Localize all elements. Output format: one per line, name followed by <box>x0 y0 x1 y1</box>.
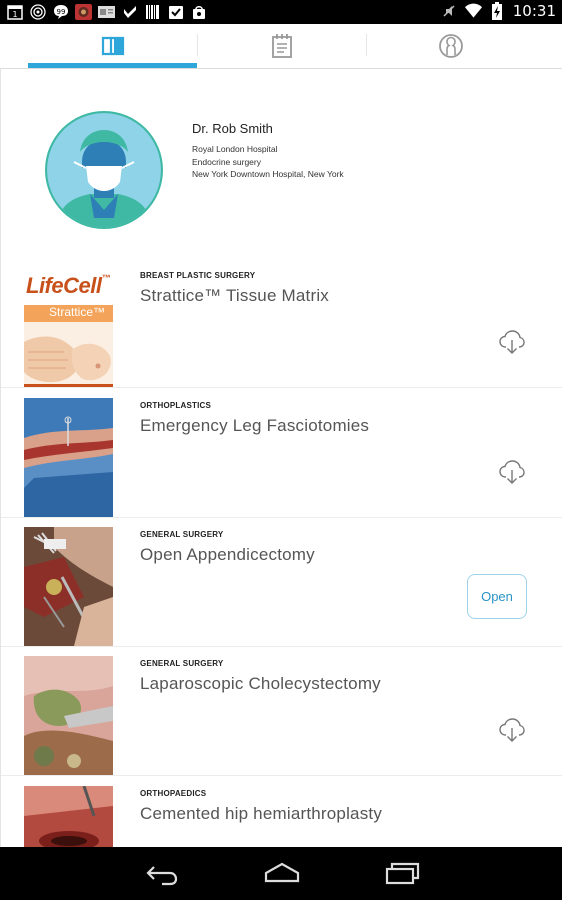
procedure-category: ORTHOPLASTICS <box>140 401 212 410</box>
cloud-download-icon[interactable] <box>498 328 526 356</box>
procedure-card[interactable]: ORTHOPLASTICS Emergency Leg Fasciotomies <box>1 389 562 518</box>
home-icon[interactable] <box>262 859 302 887</box>
barcode-icon <box>144 3 161 20</box>
svg-text:99: 99 <box>56 8 65 16</box>
procedure-category: ORTHOPAEDICS <box>140 789 207 798</box>
battery-charging-icon <box>489 2 506 20</box>
procedure-thumbnail <box>24 786 113 847</box>
task-check-icon <box>167 3 184 20</box>
procedure-card[interactable]: LifeCell™ Strattice™ BREAST PLASTIC SURG… <box>1 259 562 388</box>
mute-icon <box>441 3 458 20</box>
book-icon <box>101 36 124 56</box>
tab-profile[interactable] <box>366 24 535 68</box>
procedure-thumbnail <box>24 656 113 775</box>
tab-notes[interactable] <box>197 24 366 68</box>
calendar-icon: 1 <box>6 3 23 20</box>
procedure-title[interactable]: Cemented hip hemiarthroplasty <box>140 804 382 824</box>
svg-text:1: 1 <box>12 10 17 19</box>
strattice-label-band: Strattice™ <box>24 305 113 322</box>
hospital-line: Royal London Hospital <box>192 144 278 154</box>
app-window: Dr. Rob Smith Royal London Hospital Endo… <box>0 24 562 847</box>
doctor-name: Dr. Rob Smith <box>192 121 273 136</box>
clock: 10:31 <box>512 2 556 20</box>
procedure-category: GENERAL SURGERY <box>140 659 224 668</box>
photo-thumbnail <box>75 3 92 20</box>
procedure-card[interactable]: GENERAL SURGERY Laparoscopic Cholecystec… <box>1 647 562 776</box>
message-icon: 99 <box>52 3 69 20</box>
bag-icon <box>190 3 207 20</box>
recents-icon[interactable] <box>382 859 422 887</box>
specialty-line: Endocrine surgery <box>192 157 261 167</box>
active-tab-indicator <box>28 63 197 68</box>
cloud-download-icon[interactable] <box>498 458 526 486</box>
procedure-card[interactable]: GENERAL SURGERY Open Appendicectomy Open <box>1 518 562 647</box>
procedure-title[interactable]: Open Appendicectomy <box>140 545 315 565</box>
wifi-icon <box>464 3 482 20</box>
open-button[interactable]: Open <box>467 574 527 619</box>
procedure-thumbnail <box>24 527 113 646</box>
procedure-thumbnail: LifeCell™ Strattice™ <box>24 268 113 387</box>
user-icon <box>438 34 463 58</box>
procedure-category: BREAST PLASTIC SURGERY <box>140 271 256 280</box>
avatar <box>45 111 163 229</box>
procedure-title[interactable]: Strattice™ Tissue Matrix <box>140 286 329 306</box>
location-line: New York Downtown Hospital, New York <box>192 169 344 179</box>
library-content[interactable]: Dr. Rob Smith Royal London Hospital Endo… <box>0 69 562 847</box>
procedure-title[interactable]: Emergency Leg Fasciotomies <box>140 416 369 436</box>
procedure-category: GENERAL SURGERY <box>140 530 224 539</box>
news-icon <box>98 3 115 20</box>
tab-library[interactable] <box>28 24 197 68</box>
procedure-card[interactable]: ORTHOPAEDICS Cemented hip hemiarthroplas… <box>1 777 562 847</box>
check-icon <box>121 3 138 20</box>
cloud-download-icon[interactable] <box>498 716 526 744</box>
lifecell-logo-text: LifeCell™ <box>26 273 110 298</box>
procedure-thumbnail <box>24 398 113 517</box>
tab-bar <box>0 24 562 69</box>
notepad-icon <box>271 34 292 58</box>
procedure-title[interactable]: Laparoscopic Cholecystectomy <box>140 674 381 694</box>
system-nav-bar <box>0 847 562 900</box>
back-icon[interactable] <box>142 859 182 887</box>
radar-icon <box>29 3 46 20</box>
breast-illustration <box>24 322 113 387</box>
status-bar: 1 99 10:31 <box>0 0 562 24</box>
